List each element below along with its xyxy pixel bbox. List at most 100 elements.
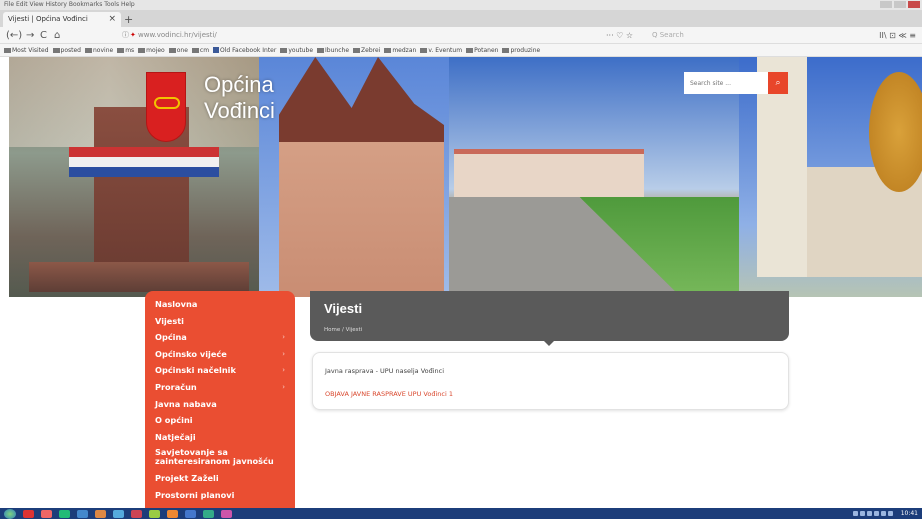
side-menu-item[interactable]: Općinski načelnik › <box>145 362 295 379</box>
browser-toolbar-icons[interactable]: II\ ⊡ ≪ ≡ <box>879 29 916 42</box>
side-menu-label: Proračun <box>155 381 197 392</box>
browser-search-placeholder: Q Search <box>652 31 684 39</box>
site-logo[interactable]: Općina Vođinci <box>146 72 306 142</box>
browser-menu[interactable]: File Edit View History Bookmarks Tools H… <box>4 1 135 8</box>
side-menu-label: Vijesti <box>155 315 184 326</box>
side-menu-item[interactable]: Općinsko vijeće › <box>145 346 295 363</box>
back-icon[interactable]: (←) <box>6 28 22 43</box>
browser-tab-active[interactable]: Vijesti | Općina Vođinci × <box>3 12 121 27</box>
folder-icon <box>420 47 428 53</box>
folder-icon <box>502 47 510 53</box>
news-card: Javna rasprava - UPU naselja Vođinci OBJ… <box>312 352 789 410</box>
side-menu-item[interactable]: Prostorni planovi <box>145 487 295 504</box>
side-menu-item[interactable]: Proračun › <box>145 379 295 396</box>
bookmark-item[interactable]: medzan <box>384 44 416 56</box>
bookmark-item[interactable]: ms <box>117 44 134 56</box>
tray-icon[interactable] <box>873 511 879 516</box>
side-menu-item[interactable]: Javna nabava <box>145 396 295 413</box>
maximize-button[interactable] <box>894 1 906 8</box>
bookmark-label: Ibunche <box>325 46 350 54</box>
info-icon[interactable]: ⓘ <box>122 29 129 42</box>
side-menu: Naslovna Vijesti Općina › Općinsko vijeće › Op… <box>145 291 295 511</box>
breadcrumb[interactable]: Home / Vijesti <box>324 327 362 333</box>
side-menu-label: Savjetovanje sa zainteresiranom javnošću <box>155 447 274 467</box>
bookmark-item[interactable]: cm <box>191 44 209 56</box>
logo-line-2: Vođinci <box>204 98 275 123</box>
chevron-right-icon: › <box>282 382 285 391</box>
reload-icon[interactable]: C <box>40 28 47 43</box>
url-bar[interactable]: ⓘ ✦ www.vodinci.hr/vijesti/ <box>118 29 628 42</box>
side-menu-item[interactable]: Projekt Zaželi <box>145 470 295 487</box>
side-menu-item[interactable]: Naslovna <box>145 296 295 313</box>
tab-close-icon[interactable]: × <box>108 12 116 27</box>
bookmark-label: one <box>176 46 188 54</box>
taskbar-app-icon[interactable] <box>77 509 88 518</box>
side-menu-item[interactable]: O općini <box>145 412 295 429</box>
site-search: ⌕ <box>684 72 788 94</box>
bookmark-item[interactable]: posted <box>52 44 81 56</box>
folder-icon <box>52 47 60 53</box>
bookmark-item[interactable]: Potanen <box>466 44 498 56</box>
home-icon[interactable]: ⌂ <box>54 28 60 43</box>
site-search-input[interactable] <box>684 72 768 94</box>
side-menu-item[interactable]: Natječaji <box>145 429 295 446</box>
bookmark-item[interactable]: youtube <box>280 44 313 56</box>
side-menu-label: Općinsko vijeće <box>155 348 227 359</box>
side-menu-item[interactable]: Vijesti <box>145 313 295 330</box>
logo-line-1: Općina <box>204 72 274 97</box>
bookmark-item[interactable]: Old Facebook Inter <box>213 44 276 56</box>
side-menu-item[interactable]: Općina › <box>145 329 295 346</box>
bookmark-item[interactable]: Ibunche <box>317 44 349 56</box>
new-tab-button[interactable]: + <box>124 13 133 26</box>
taskbar-app-icon[interactable] <box>131 509 142 518</box>
search-icon[interactable]: ⌕ <box>768 72 788 94</box>
forward-icon[interactable]: → <box>26 28 34 43</box>
tray-icon[interactable] <box>852 511 858 516</box>
taskbar-app-icon[interactable] <box>149 509 160 518</box>
tray-icon[interactable] <box>887 511 893 516</box>
bookmark-label: ms <box>125 46 135 54</box>
side-menu-label: Naslovna <box>155 299 198 309</box>
start-button[interactable] <box>4 508 16 519</box>
bookmark-item[interactable]: v. Eventum <box>420 44 462 56</box>
taskbar-app-icon[interactable] <box>41 509 52 518</box>
header-notch <box>543 340 555 346</box>
navigation-bar: (←) → C ⌂ ⓘ ✦ www.vodinci.hr/vijesti/ ··… <box>0 27 922 44</box>
side-menu-item[interactable]: Savjetovanje sa zainteresiranom javnošću <box>145 445 295 470</box>
taskbar-app-icon[interactable] <box>95 509 106 518</box>
folder-icon <box>280 47 288 53</box>
system-tray: 10:41 <box>852 510 918 517</box>
taskbar-app-icon[interactable] <box>167 509 178 518</box>
chevron-right-icon: › <box>282 333 285 342</box>
folder-icon <box>138 47 146 53</box>
tray-icon[interactable] <box>859 511 865 516</box>
taskbar-app-icon[interactable] <box>185 509 196 518</box>
folder-icon <box>353 47 361 53</box>
chevron-right-icon: › <box>282 349 285 358</box>
taskbar-app-icon[interactable] <box>59 509 70 518</box>
bookmark-item[interactable]: one <box>168 44 188 56</box>
window-controls <box>880 1 920 8</box>
facebook-icon <box>213 47 220 53</box>
bookmark-item[interactable]: mojeo <box>138 44 165 56</box>
close-window-button[interactable] <box>908 1 920 8</box>
gear-icon <box>4 47 11 53</box>
taskbar-app-icon[interactable] <box>113 509 124 518</box>
bookmark-item[interactable]: produzine <box>502 44 540 56</box>
bookmark-item[interactable]: Most Visited <box>4 44 49 56</box>
bookmark-item[interactable]: Zebrei <box>353 44 380 56</box>
browser-search-input[interactable]: Q Search <box>646 29 836 42</box>
window-titlebar: File Edit View History Bookmarks Tools H… <box>0 0 922 10</box>
tab-title: Vijesti | Općina Vođinci <box>8 15 88 23</box>
page-actions-icons[interactable]: ··· ♡ ☆ <box>606 29 633 42</box>
taskbar-app-icon[interactable] <box>203 509 214 518</box>
bookmark-item[interactable]: novine <box>85 44 113 56</box>
taskbar-app-icon[interactable] <box>23 509 34 518</box>
news-attachment-link[interactable]: OBJAVA JAVNE RASPRAVE UPU Vođinci 1 <box>325 390 453 398</box>
taskbar-app-icon[interactable] <box>221 509 232 518</box>
tray-icon[interactable] <box>866 511 872 516</box>
folder-icon <box>168 47 176 53</box>
tray-icon[interactable] <box>880 511 886 516</box>
folder-icon <box>117 47 125 53</box>
minimize-button[interactable] <box>880 1 892 8</box>
